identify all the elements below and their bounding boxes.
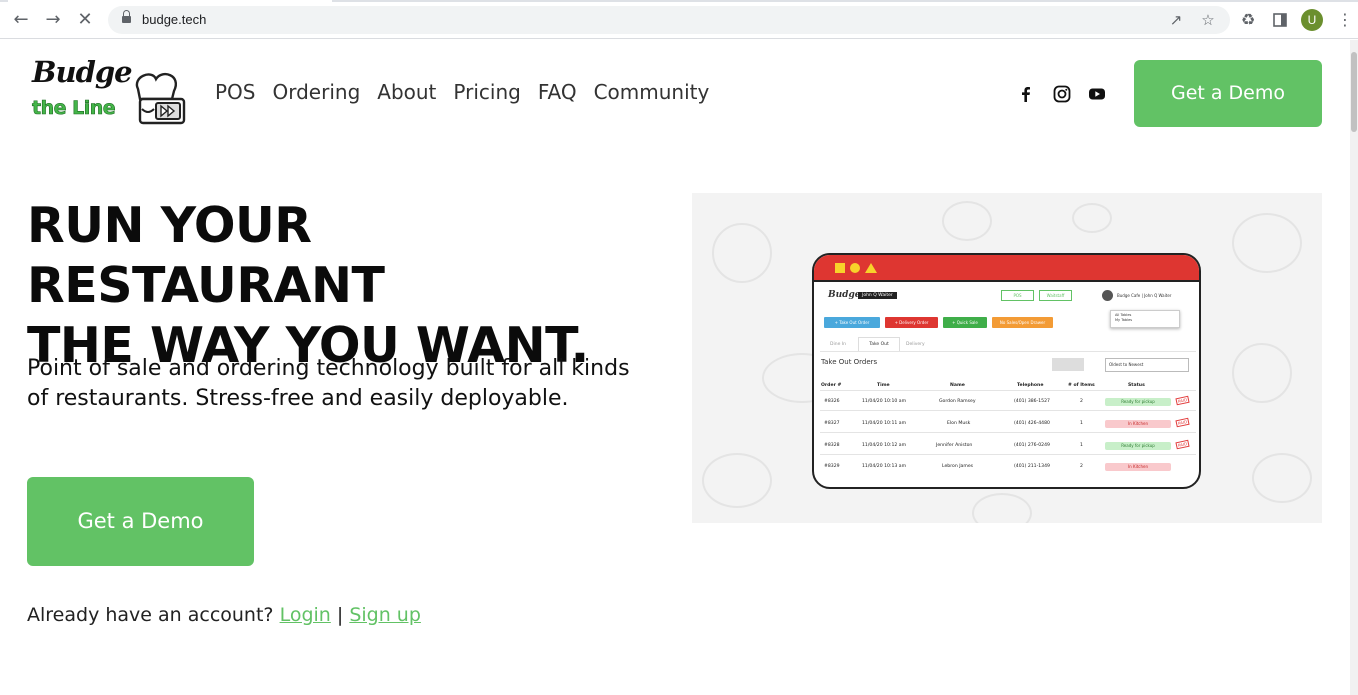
mockup-col-items: # of Items [1068, 383, 1095, 388]
account-text: Already have an account? [27, 604, 274, 626]
mockup-delivery-button: + Delivery Order [885, 317, 938, 328]
address-bar[interactable]: budge.tech ↗ ☆ [108, 6, 1230, 34]
logo-text-budge: Budge [32, 55, 133, 89]
logo-text-the-line: the Line [32, 97, 116, 120]
mockup-waiter: John Q Waiter [858, 292, 897, 299]
mockup-col-name: Name [950, 383, 965, 388]
scrollbar-thumb[interactable] [1351, 52, 1357, 132]
main-nav: POS Ordering About Pricing FAQ Community [215, 80, 709, 104]
hero-image: Budge John Q Waiter POS Waitstaff Budge … [692, 193, 1322, 523]
star-icon[interactable]: ☆ [1198, 10, 1218, 30]
logo[interactable]: Budge the Line [30, 55, 188, 129]
mockup-no-sale-button: No Sales/Open Drawer [992, 317, 1053, 328]
extensions-icon[interactable]: ♻ [1237, 9, 1259, 31]
forward-icon[interactable]: → [42, 9, 64, 31]
instagram-icon[interactable] [1053, 85, 1071, 103]
nav-faq[interactable]: FAQ [538, 80, 577, 104]
profile-avatar[interactable]: U [1301, 9, 1323, 31]
mockup-tab-pos: POS [1001, 290, 1034, 301]
nav-ordering[interactable]: Ordering [273, 80, 361, 104]
facebook-icon[interactable] [1017, 85, 1035, 103]
page: Budge the Line POS Ordering About Pricin… [0, 40, 1350, 695]
hero-title-line1: RUN YOUR RESTAURANT [27, 197, 385, 314]
nav-about[interactable]: About [377, 80, 436, 104]
back-icon[interactable]: ← [10, 9, 32, 31]
mockup-sort-select: Oldest to Newest [1105, 358, 1189, 372]
hero-subtitle: Point of sale and ordering technology bu… [27, 356, 630, 411]
share-icon[interactable]: ↗ [1166, 10, 1186, 30]
mockup-col-order: Order # [821, 383, 842, 388]
mockup-section-title: Take Out Orders [821, 358, 878, 366]
mockup-tab-waitstaff: Waitstaff [1039, 290, 1072, 301]
login-link[interactable]: Login [280, 604, 331, 626]
nav-pos[interactable]: POS [215, 80, 256, 104]
account-prompt: Already have an account? Login | Sign up [27, 604, 421, 626]
hero-title: RUN YOUR RESTAURANT THE WAY YOU WANT. [27, 196, 667, 376]
url-text[interactable]: budge.tech [142, 12, 206, 27]
get-demo-button-hero[interactable]: Get a Demo [27, 477, 254, 566]
browser-toolbar: ← → ✕ budge.tech ↗ ☆ ♻ U ⋮ [0, 0, 1358, 39]
mockup-subtab-delivery: Delivery [906, 342, 925, 347]
mockup-take-out-button: + Take Out Order [824, 317, 880, 328]
mockup-col-time: Time [877, 383, 890, 388]
mockup-subtab-take-out: Take Out [858, 337, 900, 351]
lock-icon[interactable] [122, 10, 131, 25]
mockup-brand: Budge [828, 290, 861, 300]
mockup-view-toggle [1052, 358, 1084, 371]
stop-icon[interactable]: ✕ [74, 9, 96, 31]
link-separator: | [336, 604, 344, 626]
nav-pricing[interactable]: Pricing [453, 80, 520, 104]
youtube-icon[interactable] [1088, 85, 1106, 103]
signup-link[interactable]: Sign up [349, 604, 421, 626]
mockup-quick-sale-button: + Quick Sale [943, 317, 987, 328]
mockup-user: Budge Cafe | John Q Waiter [1117, 293, 1172, 298]
get-demo-button-header[interactable]: Get a Demo [1134, 60, 1322, 127]
menu-icon[interactable]: ⋮ [1334, 9, 1356, 31]
mockup-subtab-dine-in: Dine In [830, 342, 846, 347]
mockup-tables-dropdown: All Tables My Tables [1110, 310, 1180, 328]
circle-shape-icon [850, 263, 860, 273]
square-shape-icon [835, 263, 845, 273]
pos-mockup: Budge John Q Waiter POS Waitstaff Budge … [812, 253, 1201, 489]
scrollbar[interactable] [1350, 40, 1358, 695]
nav-community[interactable]: Community [594, 80, 710, 104]
tab-strip [0, 0, 1358, 2]
mockup-avatar [1102, 290, 1113, 301]
mockup-col-telephone: Telephone [1017, 383, 1044, 388]
sidepanel-icon[interactable] [1269, 9, 1291, 31]
chef-icon [135, 72, 186, 125]
triangle-shape-icon [865, 263, 877, 273]
mockup-col-status: Status [1128, 383, 1145, 388]
